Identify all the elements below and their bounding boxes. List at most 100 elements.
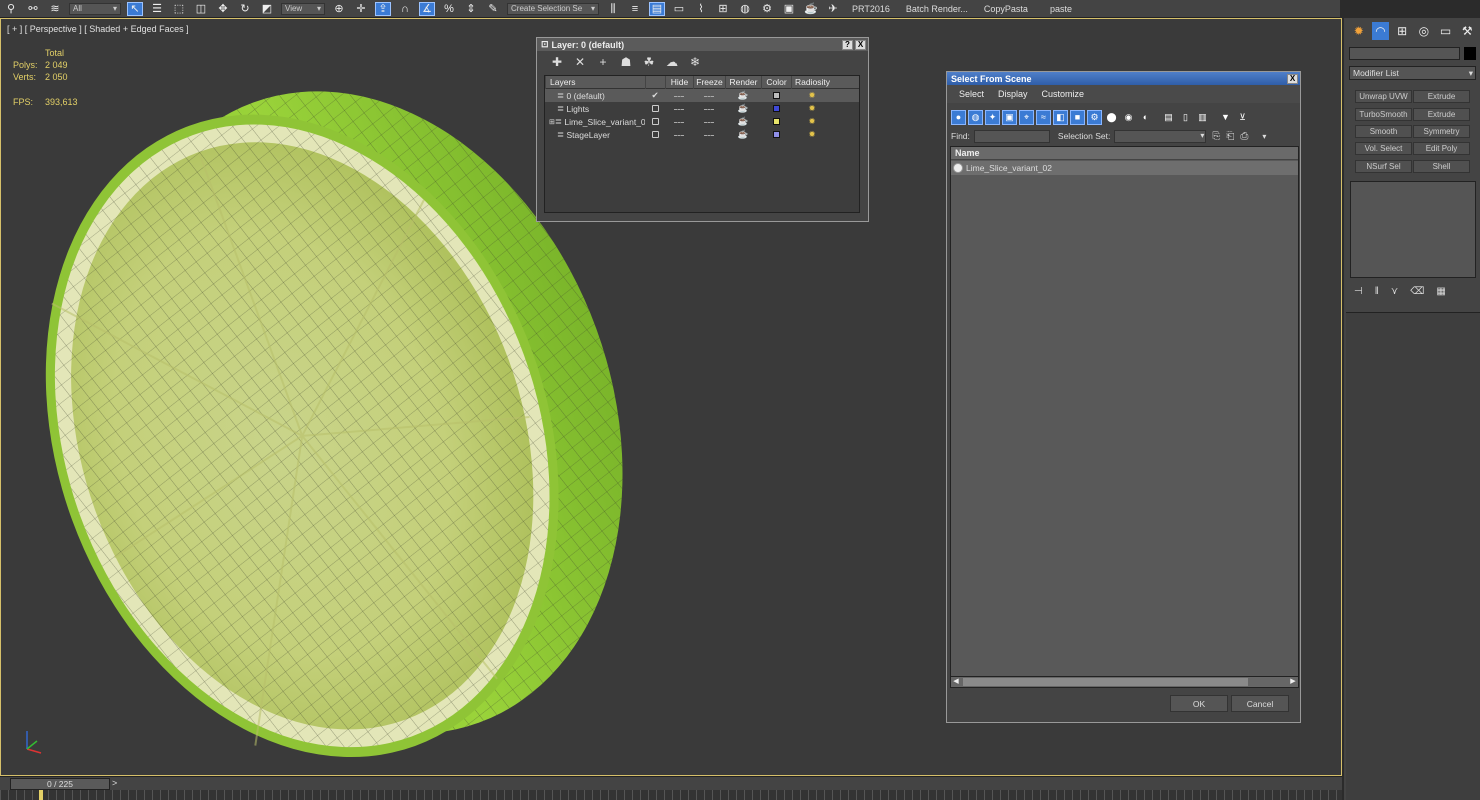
spinner-snap-icon[interactable]: ⇕ (463, 2, 479, 16)
render-teapot-icon[interactable]: ☕ (725, 90, 761, 101)
select-manipulate-icon[interactable]: ✛ (353, 2, 369, 16)
cancel-button[interactable]: Cancel (1231, 695, 1289, 712)
time-slider[interactable]: 0 / 225 > (0, 776, 1342, 790)
modifier-smooth-button[interactable]: Smooth (1355, 125, 1412, 138)
select-none-icon[interactable]: ▯ (1178, 110, 1193, 125)
remove-modifier-icon[interactable]: ⌫ (1410, 286, 1424, 297)
layer-row[interactable]: ≣ Lights ☕ ✹ (545, 102, 859, 115)
col-name[interactable]: Name (951, 147, 1298, 160)
percent-snap-icon[interactable]: % (441, 2, 457, 16)
modify-tab-icon[interactable]: ◠ (1371, 22, 1390, 40)
xrefs-filter-icon[interactable]: ■ (1070, 109, 1085, 125)
filter-icon[interactable]: ▼ (1218, 110, 1233, 125)
pivot-center-icon[interactable]: ⊕ (331, 2, 347, 16)
pin-stack-icon[interactable]: ⊣ (1354, 286, 1363, 297)
hide-all-icon[interactable]: ☁ (664, 55, 680, 69)
spacewarps-filter-icon[interactable]: ≈ (1036, 109, 1051, 125)
create-set-icon[interactable]: ⎘ (1212, 131, 1220, 142)
menu-customize[interactable]: Customize (1042, 89, 1085, 99)
edit-named-sets-icon[interactable]: ✎ (485, 2, 501, 16)
helpers-filter-icon[interactable]: ⌖ (1019, 109, 1034, 125)
time-slider-thumb[interactable]: 0 / 225 (10, 778, 110, 790)
object-color-swatch[interactable] (1464, 47, 1476, 60)
radiosity-icon[interactable]: ✹ (791, 90, 833, 101)
select-objects-icon[interactable]: ☗ (618, 55, 634, 69)
configure-sets-icon[interactable]: ▦ (1436, 286, 1445, 297)
select-from-scene-titlebar[interactable]: Select From Scene X (947, 72, 1300, 85)
col-freeze[interactable]: Freeze (693, 75, 725, 89)
modifier-turbosmooth-button[interactable]: TurboSmooth (1355, 108, 1412, 121)
ok-button[interactable]: OK (1170, 695, 1228, 712)
scroll-left-icon[interactable]: ◀ (951, 677, 961, 687)
create-layer-icon[interactable]: ✚ (549, 55, 565, 69)
modifier-list-dropdown[interactable]: Modifier List ▾ (1349, 66, 1476, 80)
layer-row[interactable]: ⊞ ≣ Lime_Slice_variant_0 ☕ ✹ (545, 115, 859, 128)
modifier-extrude-button[interactable]: Extrude (1413, 108, 1470, 121)
align-icon[interactable]: ≡ (627, 2, 643, 16)
select-by-name-icon[interactable]: ☰ (149, 2, 165, 16)
mirror-icon[interactable]: ⫼ (605, 2, 621, 16)
snap-toggle-icon[interactable]: ∩ (397, 2, 413, 16)
freeze-all-icon[interactable]: ❄ (687, 55, 703, 69)
col-hide[interactable]: Hide (665, 75, 693, 89)
menu-select[interactable]: Select (959, 89, 984, 99)
selection-set-dropdown[interactable]: ▾ (1114, 129, 1207, 143)
layer-dialog-titlebar[interactable]: ⊡ Layer: 0 (default) ? X (537, 38, 868, 51)
paste-button[interactable]: paste (1050, 4, 1072, 14)
modifier-edit-poly-button[interactable]: Edit Poly (1413, 142, 1470, 155)
scroll-thumb[interactable] (963, 678, 1248, 686)
add-to-layer-icon[interactable]: + (595, 55, 611, 69)
rotate-icon[interactable]: ↻ (237, 2, 253, 16)
hierarchy-filter-icon[interactable]: ⊻ (1235, 110, 1250, 125)
scale-icon[interactable]: ◩ (259, 2, 275, 16)
schematic-view-icon[interactable]: ⊞ (715, 2, 731, 16)
bind-spacewarp-icon[interactable]: ≋ (47, 2, 63, 16)
hierarchy-tab-icon[interactable]: ⊞ (1393, 22, 1411, 40)
radiosity-icon[interactable]: ✹ (791, 116, 833, 127)
modifier-stack[interactable] (1350, 181, 1476, 278)
close-button[interactable]: X (855, 40, 866, 50)
curve-editor-icon[interactable]: ⌇ (693, 2, 709, 16)
help-button[interactable]: ? (842, 40, 853, 50)
object-name-input[interactable] (1349, 47, 1460, 60)
col-layers[interactable]: Layers (545, 75, 645, 89)
radiosity-icon[interactable]: ✹ (791, 103, 833, 114)
modifier-vol-select-button[interactable]: Vol. Select (1355, 142, 1412, 155)
angle-snap-icon[interactable]: ∡ (419, 1, 435, 16)
keyboard-shortcut-icon[interactable]: ⇪ (375, 1, 391, 16)
highlight-layer-icon[interactable]: ☘ (641, 55, 657, 69)
layer-row[interactable]: ≣ 0 (default) ✔ ☕ ✹ (545, 89, 859, 102)
move-icon[interactable]: ✥ (215, 2, 231, 16)
track-bar[interactable] (0, 790, 1342, 800)
render-teapot-icon[interactable]: ☕ (725, 116, 761, 127)
make-unique-icon[interactable]: ⋎ (1391, 286, 1398, 297)
selection-filter-dropdown[interactable]: All ▾ (69, 2, 121, 15)
delete-layer-icon[interactable]: ✕ (572, 55, 588, 69)
show-end-result-icon[interactable]: ‖ (1375, 286, 1379, 297)
modifier-extrude-button[interactable]: Extrude (1413, 90, 1470, 103)
link-icon[interactable]: ⚲ (3, 2, 19, 16)
remove-from-set-icon[interactable]: ⎙ (1240, 131, 1248, 142)
motion-tab-icon[interactable]: ◎ (1415, 22, 1433, 40)
select-all-icon[interactable]: ▤ (1161, 110, 1176, 125)
unlink-icon[interactable]: ⚯ (25, 2, 41, 16)
render-iterative-icon[interactable]: ✈ (825, 2, 841, 16)
prt2016-button[interactable]: PRT2016 (852, 4, 890, 14)
rect-selection-icon[interactable]: ⬚ (171, 2, 187, 16)
display-tab-icon[interactable]: ▭ (1437, 22, 1455, 40)
create-tab-icon[interactable]: ✹ (1350, 22, 1368, 40)
select-object-icon[interactable]: ↖ (127, 1, 143, 16)
display-none-icon[interactable]: ◉ (1121, 110, 1136, 125)
modifier-nsurf-sel-button[interactable]: NSurf Sel (1355, 160, 1412, 173)
named-selection-dropdown[interactable]: Create Selection Se ▾ (507, 2, 599, 15)
render-teapot-icon[interactable]: ☕ (725, 103, 761, 114)
radiosity-icon[interactable]: ✹ (791, 129, 833, 140)
layer-manager-icon[interactable]: ▤ (649, 1, 665, 16)
copypasta-button[interactable]: CopyPasta (984, 4, 1028, 14)
material-editor-icon[interactable]: ◍ (737, 2, 753, 16)
scene-object-list[interactable]: Name Lime_Slice_variant_02 (950, 146, 1299, 686)
invert-display-icon[interactable]: ◐ (1138, 110, 1153, 125)
list-item[interactable]: Lime_Slice_variant_02 (951, 161, 1298, 175)
geometry-filter-icon[interactable]: ● (951, 109, 966, 125)
modifier-shell-button[interactable]: Shell (1413, 160, 1470, 173)
